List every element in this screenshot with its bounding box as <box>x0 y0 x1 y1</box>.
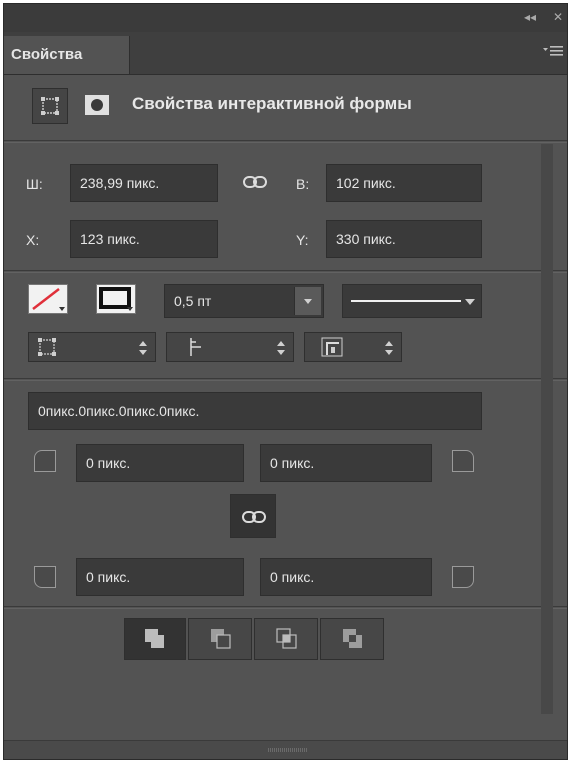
exclude-overlap-button[interactable] <box>320 618 384 660</box>
intersect-icon <box>276 628 297 649</box>
stroke-width-dropdown[interactable] <box>294 287 321 315</box>
subtract-front-icon <box>211 629 231 649</box>
stroke-corners-select[interactable] <box>304 332 402 362</box>
stroke-width-value: 0,5 пт <box>174 293 212 309</box>
divider <box>4 378 567 381</box>
stepper-icon <box>277 341 285 355</box>
stroke-align-icon <box>38 338 56 356</box>
stroke-width-field[interactable]: 0,5 пт <box>164 284 324 318</box>
corner-bottom-left-field[interactable]: 0 пикс. <box>76 558 244 596</box>
divider <box>4 606 567 609</box>
width-field[interactable]: 238,99 пикс. <box>70 164 218 202</box>
subtract-front-button[interactable] <box>188 618 252 660</box>
width-label: Ш: <box>26 176 43 192</box>
panel-header-title: Свойства интерактивной формы <box>132 94 412 113</box>
x-label: X: <box>26 232 40 248</box>
resize-grip-icon[interactable] <box>268 747 308 753</box>
shape-properties-button[interactable] <box>32 88 68 124</box>
x-field[interactable]: 123 пикс. <box>70 220 218 258</box>
stroke-swatch[interactable] <box>96 284 136 314</box>
fill-swatch-icon <box>32 288 65 311</box>
exclude-overlap-icon <box>343 629 362 648</box>
mask-properties-icon[interactable] <box>84 94 110 116</box>
corner-radius-combined-field[interactable]: 0пикс.0пикс.0пикс.0пикс. <box>28 392 482 430</box>
y-label: Y: <box>296 232 309 248</box>
stepper-icon <box>385 341 393 355</box>
chevron-down-icon <box>304 299 312 304</box>
stroke-caps-select[interactable] <box>166 332 294 362</box>
corner-bottom-right-field[interactable]: 0 пикс. <box>260 558 432 596</box>
stroke-type-select[interactable] <box>342 284 482 318</box>
corner-icon <box>34 566 56 588</box>
stroke-swatch-icon <box>99 287 133 311</box>
link-icon <box>242 511 266 523</box>
divider <box>4 140 567 143</box>
stroke-caps-icon <box>190 338 201 356</box>
properties-panel: ◂◂ ✕ Свойства Свойства интерактивной фор… <box>3 3 568 760</box>
combine-shapes-icon <box>145 629 164 648</box>
height-label: В: <box>296 176 310 192</box>
shape-properties-icon <box>41 97 59 115</box>
link-icon[interactable] <box>242 174 268 190</box>
tab-properties[interactable]: Свойства <box>4 36 130 74</box>
link-corners-button[interactable] <box>230 494 276 538</box>
panel-titlebar: ◂◂ ✕ <box>4 4 567 32</box>
collapse-icon[interactable]: ◂◂ <box>524 10 536 24</box>
corner-icon <box>452 566 474 588</box>
intersect-button[interactable] <box>254 618 318 660</box>
combine-shapes-button[interactable] <box>124 618 186 660</box>
stepper-icon <box>139 341 147 355</box>
panel-menu-icon[interactable] <box>541 44 565 60</box>
fill-swatch[interactable] <box>28 284 68 314</box>
stroke-corners-icon <box>321 337 343 357</box>
corner-icon <box>452 450 474 472</box>
y-field[interactable]: 330 пикс. <box>326 220 482 258</box>
panel-footer <box>4 740 567 759</box>
tab-row: Свойства <box>4 32 567 75</box>
stroke-type-icon <box>351 299 475 305</box>
height-field[interactable]: 102 пикс. <box>326 164 482 202</box>
stroke-align-select[interactable] <box>28 332 156 362</box>
close-icon[interactable]: ✕ <box>553 10 563 24</box>
corner-top-left-field[interactable]: 0 пикс. <box>76 444 244 482</box>
corner-top-right-field[interactable]: 0 пикс. <box>260 444 432 482</box>
corner-icon <box>34 450 56 472</box>
scrollbar[interactable] <box>541 144 553 714</box>
divider <box>4 270 567 273</box>
